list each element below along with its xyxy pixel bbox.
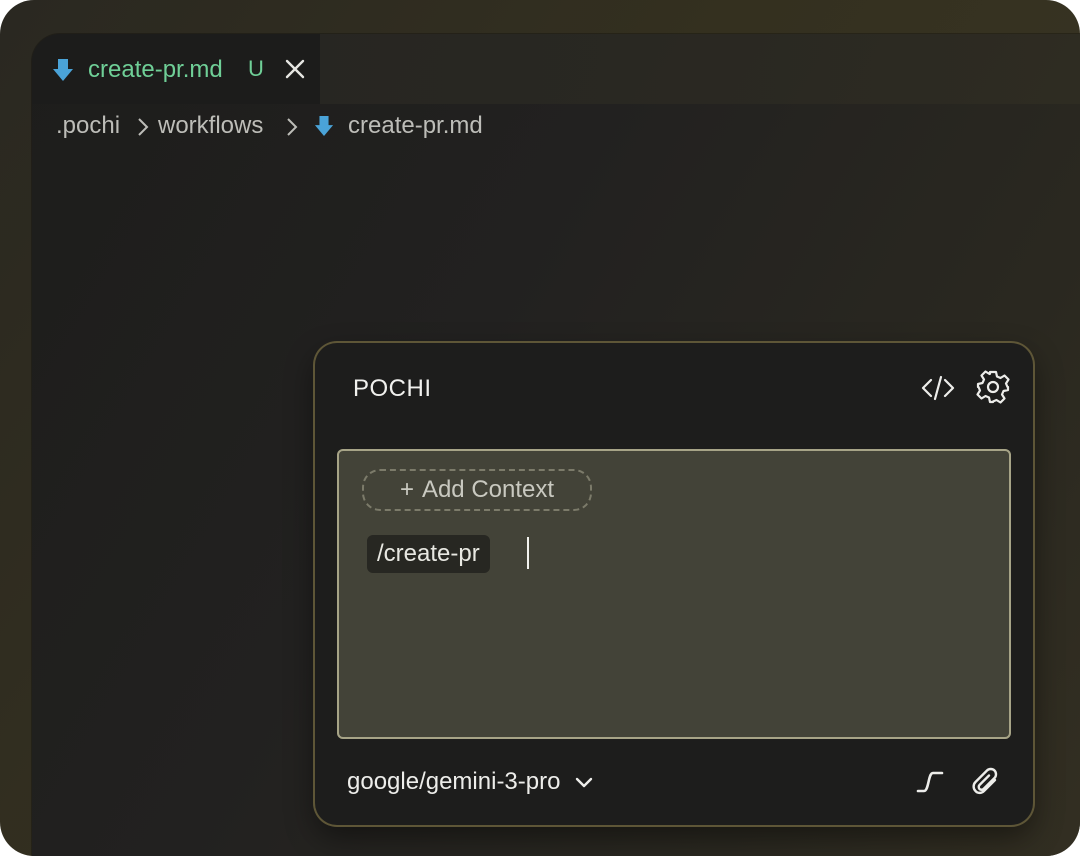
code-content: ( (178, 735, 191, 760)
gear-icon[interactable] (975, 369, 1011, 405)
yaml-string: "anthropic/claude-4-sonnet" (241, 180, 583, 205)
code-content: ( (153, 770, 166, 795)
code-text: - ( (153, 736, 191, 760)
code-content: Please help create a PR for the c (153, 284, 571, 309)
code-line: 3 --- (32, 215, 1032, 249)
tab-create-pr[interactable]: create-pr.md U (32, 34, 320, 104)
tab-bar-empty (320, 34, 1080, 104)
code-text: status. (153, 458, 242, 482)
line-number: 6 (89, 354, 102, 379)
line-number: 10 (76, 562, 102, 587)
line-number: 11 (76, 701, 102, 726)
code-text: model: "anthropic/claude-4-sonnet" (153, 181, 583, 205)
line-number: 5 (89, 284, 102, 309)
code-text: - If there a (153, 354, 305, 378)
panel-title: POCHI (353, 375, 432, 402)
arrow-down-icon (314, 116, 334, 136)
code-line: 2 model: "anthropic/claude-4-sonnet" (32, 181, 1032, 215)
line-number: 9 (89, 527, 102, 552)
line-number: 13 (76, 805, 102, 830)
code-text: Please help create a PR for the c (153, 285, 570, 309)
line-number: 2 (89, 180, 102, 205)
code-line: 5 Please help create a PR for the c (32, 285, 1032, 319)
code-content: If there a (178, 354, 305, 379)
code-text: issues. (153, 667, 242, 691)
tab-bar: create-pr.md U (32, 34, 1080, 104)
code-content: When runni (178, 562, 305, 587)
code-line: 4 (32, 250, 1032, 284)
code-content: --- (153, 146, 191, 170)
code-text: uncommitted (153, 389, 292, 413)
paperclip-icon[interactable] (969, 765, 1001, 799)
command-chip[interactable]: /create-pr (367, 535, 490, 573)
send-icon[interactable] (915, 767, 945, 797)
git-status-badge: U (248, 56, 264, 81)
code-content: uncommitted (153, 388, 293, 413)
list-bullet: - (153, 423, 179, 448)
list-bullet: - (153, 493, 179, 517)
code-content: --- (153, 215, 191, 240)
chevron-down-icon (575, 777, 593, 787)
code-text: aborted due (153, 597, 292, 621)
code-content: The (178, 701, 217, 726)
code-content: aborted due (153, 597, 293, 622)
yaml-separator: : (216, 180, 242, 205)
code-text: - The (153, 701, 216, 725)
chat-input[interactable]: + Add Context /create-pr (337, 449, 1011, 739)
text-cursor (527, 537, 529, 569)
chevron-right-icon (138, 118, 149, 136)
list-bullet: - (153, 701, 179, 726)
line-number: 1 (89, 146, 102, 170)
line-number: 4 (89, 250, 102, 275)
code-text: - Use the gh (153, 528, 305, 552)
add-context-label: Add Context (421, 476, 555, 503)
list-bullet: - (153, 562, 179, 587)
yaml-key: model (153, 180, 217, 205)
code-content: Write a me (178, 493, 305, 517)
model-name: google/gemini-3-pro (347, 768, 561, 795)
line-number: 8 (89, 493, 102, 517)
code-icon[interactable] (921, 373, 955, 403)
breadcrumb-item[interactable]: workflows (158, 112, 263, 140)
code-text: - Create a b (153, 424, 305, 448)
line-number: 12 (76, 735, 102, 760)
code-content: changes, following these guidel (153, 319, 545, 344)
arrow-down-icon (53, 59, 73, 81)
code-content: issues. (153, 666, 242, 691)
code-text: - When runni (153, 562, 305, 586)
code-text: changes, following these guidel (153, 320, 545, 344)
code-text: issues, an (153, 632, 279, 656)
code-content: issues, an (153, 631, 280, 656)
line-number: 7 (89, 423, 102, 448)
window-frame: create-pr.md U .pochi workflows create-p… (0, 0, 1080, 856)
code-text: - Write a me (153, 493, 305, 517)
pochi-panel: POCHI + Add Context /create-pr google/gem… (315, 343, 1033, 825)
code-content: Create a b (178, 423, 305, 448)
add-context-button[interactable]: + Add Context (362, 469, 592, 511)
list-bullet: - (153, 354, 179, 379)
tab-label: create-pr.md (88, 56, 223, 83)
code-line: 1 --- (32, 146, 1032, 180)
code-text: --- (153, 146, 191, 170)
chevron-right-icon (287, 118, 298, 136)
code-content: Use the gh (178, 527, 305, 552)
code-text: ( (153, 771, 166, 795)
breadcrumb-item[interactable]: create-pr.md (348, 112, 483, 140)
code-text: --- (153, 215, 191, 239)
code-content: status. (153, 458, 242, 483)
model-selector[interactable]: google/gemini-3-pro (347, 765, 593, 799)
close-icon[interactable] (284, 58, 306, 80)
list-bullet: - (153, 735, 179, 760)
line-number: 3 (89, 215, 102, 240)
plus-icon: + (399, 476, 414, 503)
breadcrumb-item[interactable]: .pochi (56, 112, 120, 140)
list-bullet: - (153, 527, 179, 552)
